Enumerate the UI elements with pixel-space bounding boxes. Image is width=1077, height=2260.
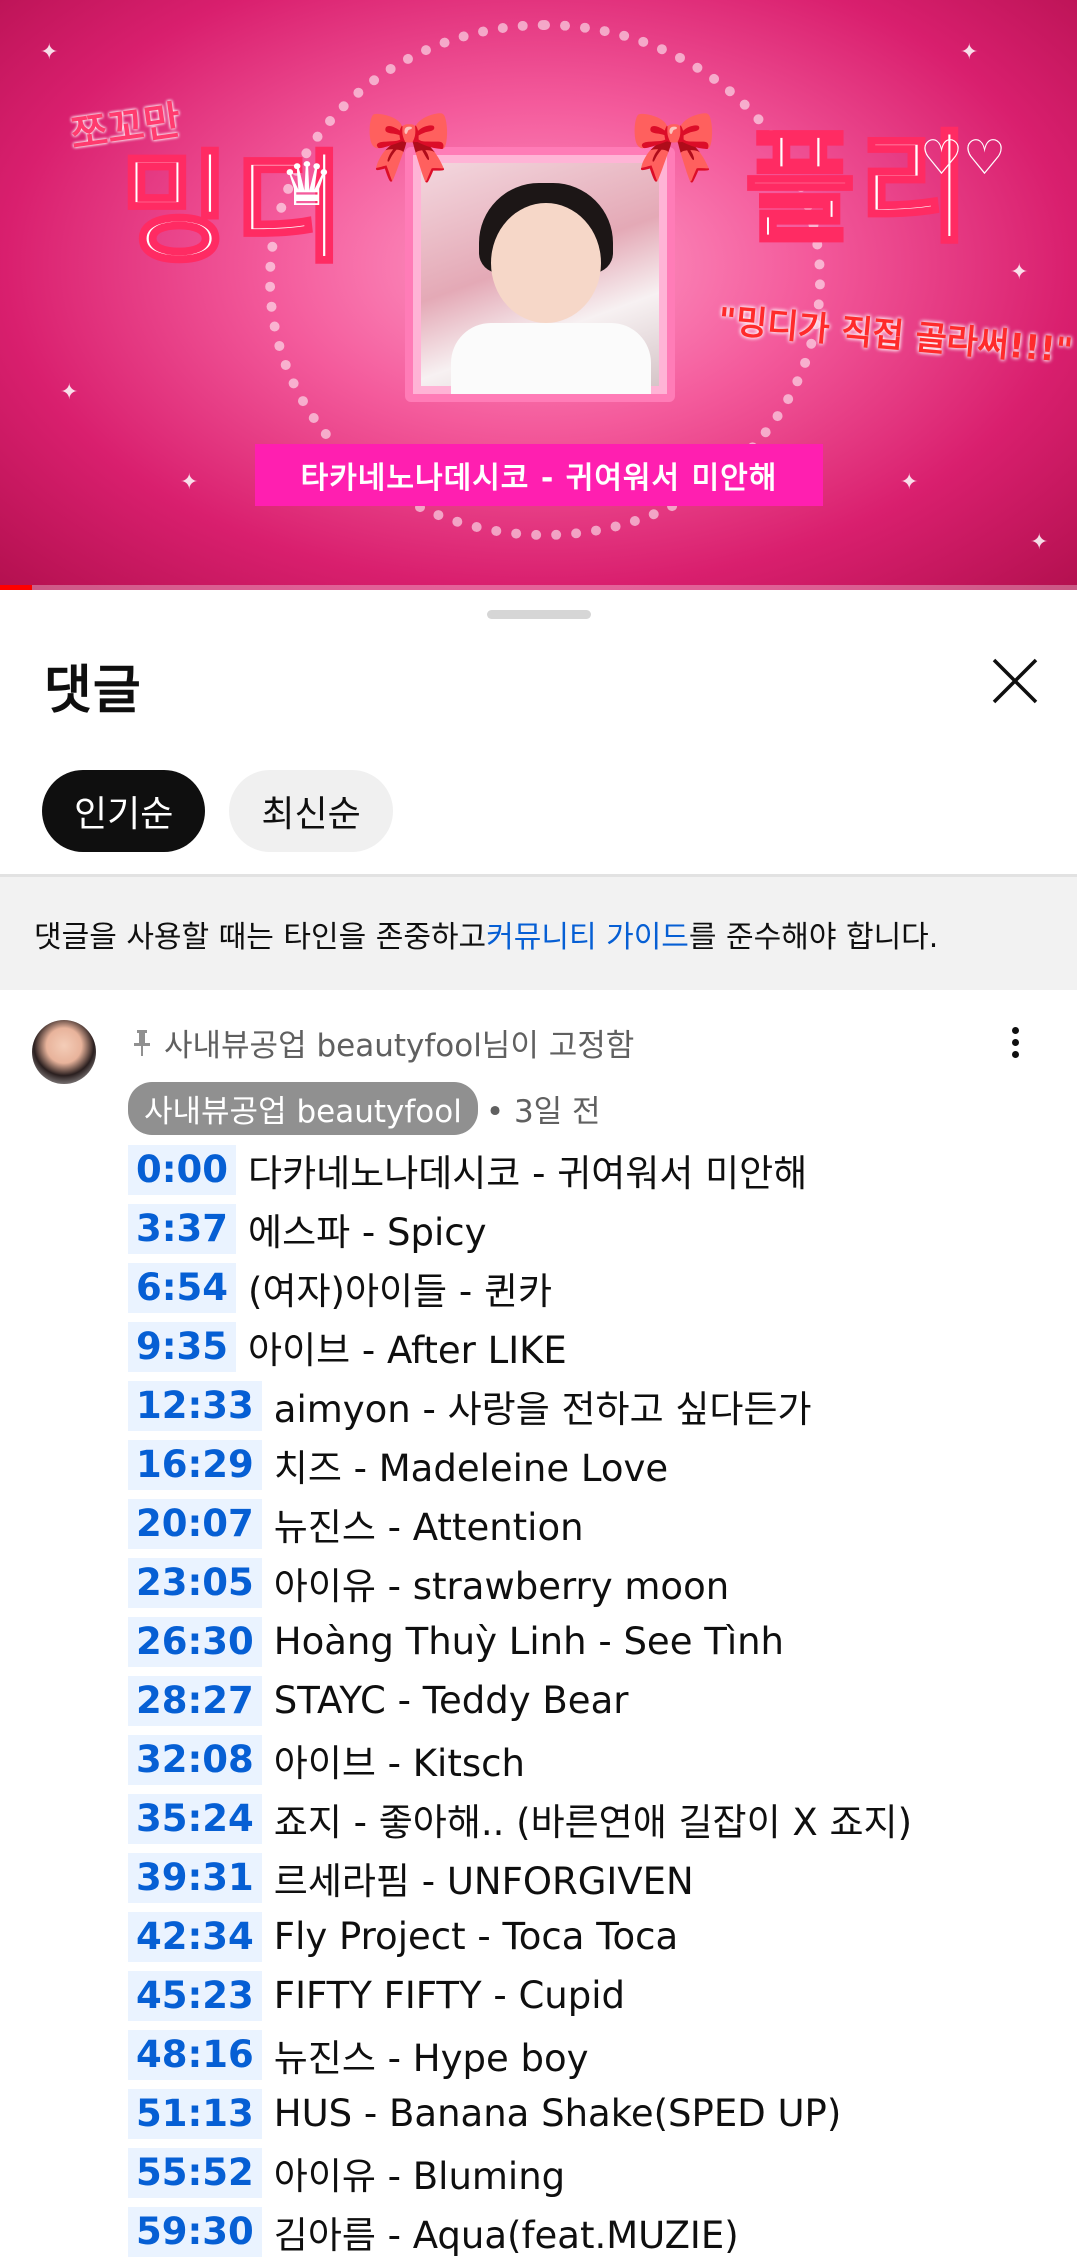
timestamp-link[interactable]: 3:37 <box>128 1203 237 1254</box>
list-item: 32:08 아이브 - Kitsch <box>128 1730 1058 1789</box>
list-item: 45:23 FIFTY FIFTY - Cupid <box>128 1966 1058 2025</box>
timestamp-link[interactable]: 23:05 <box>128 1557 262 1608</box>
avatar[interactable] <box>32 1020 96 1084</box>
thumbnail-caption: 타카네노나데시코 - 귀여워서 미안해 <box>255 444 823 506</box>
more-options-button[interactable] <box>1000 1022 1030 1072</box>
timestamp-link[interactable]: 0:00 <box>128 1144 237 1195</box>
list-item: 51:13 HUS - Banana Shake(SPED UP) <box>128 2084 1058 2143</box>
crown-icon: ♛ <box>280 150 334 220</box>
timestamp-link[interactable]: 48:16 <box>128 2029 262 2080</box>
timestamp-link[interactable]: 28:27 <box>128 1675 262 1726</box>
list-item: 48:16 뉴진스 - Hype boy <box>128 2025 1058 2084</box>
list-item: 59:30 김아름 - Aqua(feat.MUZIE) <box>128 2202 1058 2260</box>
comment-time: • 3일 전 <box>485 1094 601 1130</box>
track-title: FIFTY FIFTY - Cupid <box>273 1974 626 2017</box>
track-title: 아이유 - Bluming <box>273 2154 566 2198</box>
track-title: 아이브 - Kitsch <box>273 1741 525 1785</box>
timestamp-link[interactable]: 16:29 <box>128 1439 262 1490</box>
drag-handle[interactable] <box>487 610 591 619</box>
list-item: 12:33 aimyon - 사랑을 전하고 싶다든가 <box>128 1376 1058 1435</box>
list-item: 28:27 STAYC - Teddy Bear <box>128 1671 1058 1730</box>
timestamp-link[interactable]: 42:34 <box>128 1911 262 1962</box>
close-button[interactable] <box>990 656 1040 706</box>
tracklist: 0:00 다카네노나데시코 - 귀여워서 미안해 3:37 에스파 - Spicy 6:… <box>128 1140 1058 2260</box>
pinned-text: 사내뷰공업 beautyfool님이 고정함 <box>164 1028 635 1064</box>
community-guidelines-notice: 댓글을 사용할 때는 타인을 존중하고 커뮤니티 가이드 를 준수해야 합니다. <box>0 874 1077 990</box>
track-title: 뉴진스 - Attention <box>273 1505 584 1549</box>
track-title: 아이브 - After LIKE <box>248 1328 567 1372</box>
pinned-label: 사내뷰공업 beautyfool님이 고정함 <box>130 1020 634 1065</box>
track-title: (여자)아이들 - 퀸카 <box>248 1269 553 1313</box>
timestamp-link[interactable]: 55:52 <box>128 2147 262 2198</box>
pinned-comment: 사내뷰공업 beautyfool님이 고정함 사내뷰공업 beautyfool … <box>0 990 1077 2260</box>
list-item: 35:24 죠지 - 좋아해.. (바른연애 길잡이 X 죠지) <box>128 1789 1058 1848</box>
list-item: 55:52 아이유 - Bluming <box>128 2143 1058 2202</box>
timestamp-link[interactable]: 9:35 <box>128 1321 237 1372</box>
timestamp-link[interactable]: 6:54 <box>128 1262 237 1313</box>
track-title: 김아름 - Aqua(feat.MUZIE) <box>273 2213 739 2257</box>
more-vert-icon <box>1011 1027 1019 1034</box>
ribbon-bow-icon: 🎀 <box>630 105 718 187</box>
timestamp-link[interactable]: 35:24 <box>128 1793 262 1844</box>
list-item: 3:37 에스파 - Spicy <box>128 1199 1058 1258</box>
track-title: STAYC - Teddy Bear <box>273 1679 629 1722</box>
list-item: 6:54 (여자)아이들 - 퀸카 <box>128 1258 1058 1317</box>
list-item: 26:30 Hoàng Thuỳ Linh - See Tình <box>128 1612 1058 1671</box>
timestamp-link[interactable]: 32:08 <box>128 1734 262 1785</box>
track-title: 치즈 - Madeleine Love <box>273 1446 669 1490</box>
timestamp-link[interactable]: 45:23 <box>128 1970 262 2021</box>
notice-text-before: 댓글을 사용할 때는 타인을 존중하고 <box>34 919 487 955</box>
timestamp-link[interactable]: 20:07 <box>128 1498 262 1549</box>
comment-meta: 사내뷰공업 beautyfool • 3일 전 <box>128 1082 601 1135</box>
sparkle-icon: ✦ <box>1030 530 1049 555</box>
track-title: 죠지 - 좋아해.. (바른연애 길잡이 X 죠지) <box>273 1800 912 1844</box>
track-title: 르세라핌 - UNFORGIVEN <box>273 1859 694 1903</box>
sparkle-icon: ✦ <box>900 470 919 495</box>
close-icon <box>992 658 1038 704</box>
hearts-icon: ♡♡ <box>920 130 1007 186</box>
timestamp-link[interactable]: 51:13 <box>128 2088 262 2139</box>
track-title: Fly Project - Toca Toca <box>273 1915 679 1958</box>
track-title: 에스파 - Spicy <box>248 1210 487 1254</box>
sparkle-icon: ✦ <box>960 40 979 65</box>
track-title: 다카네노나데시코 - 귀여워서 미안해 <box>248 1151 808 1195</box>
track-title: 아이유 - strawberry moon <box>273 1564 730 1608</box>
comments-sheet: 댓글 인기순 최신순 댓글을 사용할 때는 타인을 존중하고 커뮤니티 가이드 … <box>0 590 1077 2260</box>
comments-title: 댓글 <box>44 661 142 721</box>
list-item: 23:05 아이유 - strawberry moon <box>128 1553 1058 1612</box>
track-title: HUS - Banana Shake(SPED UP) <box>273 2092 842 2135</box>
track-title: aimyon - 사랑을 전하고 싶다든가 <box>273 1387 812 1431</box>
timestamp-link[interactable]: 39:31 <box>128 1852 262 1903</box>
video-player[interactable]: ✦ ✦ ✦ ✦ ✦ ✦ ✦ 쪼꼬만 밍디 ♛ 플리 ♡♡ "밍디가 직접 골라써… <box>0 0 1077 590</box>
list-item: 42:34 Fly Project - Toca Toca <box>128 1907 1058 1966</box>
list-item: 16:29 치즈 - Madeleine Love <box>128 1435 1058 1494</box>
sparkle-icon: ✦ <box>60 380 79 405</box>
sparkle-icon: ✦ <box>180 470 199 495</box>
timestamp-link[interactable]: 12:33 <box>128 1380 262 1431</box>
community-guidelines-link[interactable]: 커뮤니티 가이드 <box>486 912 689 956</box>
sparkle-icon: ✦ <box>40 40 59 65</box>
notice-text-after: 를 준수해야 합니다. <box>688 919 939 955</box>
list-item: 9:35 아이브 - After LIKE <box>128 1317 1058 1376</box>
list-item: 39:31 르세라핌 - UNFORGIVEN <box>128 1848 1058 1907</box>
pin-icon <box>134 1029 150 1056</box>
timestamp-link[interactable]: 26:30 <box>128 1616 262 1667</box>
ribbon-bow-icon: 🎀 <box>365 105 453 187</box>
sparkle-icon: ✦ <box>1010 260 1029 285</box>
author-name[interactable]: 사내뷰공업 beautyfool <box>128 1082 478 1135</box>
timestamp-link[interactable]: 59:30 <box>128 2206 262 2257</box>
track-title: Hoàng Thuỳ Linh - See Tình <box>273 1620 784 1663</box>
list-item: 0:00 다카네노나데시코 - 귀여워서 미안해 <box>128 1140 1058 1199</box>
sort-chip-newest[interactable]: 최신순 <box>229 770 393 852</box>
sort-chips: 인기순 최신순 <box>42 770 393 852</box>
track-title: 뉴진스 - Hype boy <box>273 2036 589 2080</box>
sort-chip-popular[interactable]: 인기순 <box>42 770 206 852</box>
list-item: 20:07 뉴진스 - Attention <box>128 1494 1058 1553</box>
